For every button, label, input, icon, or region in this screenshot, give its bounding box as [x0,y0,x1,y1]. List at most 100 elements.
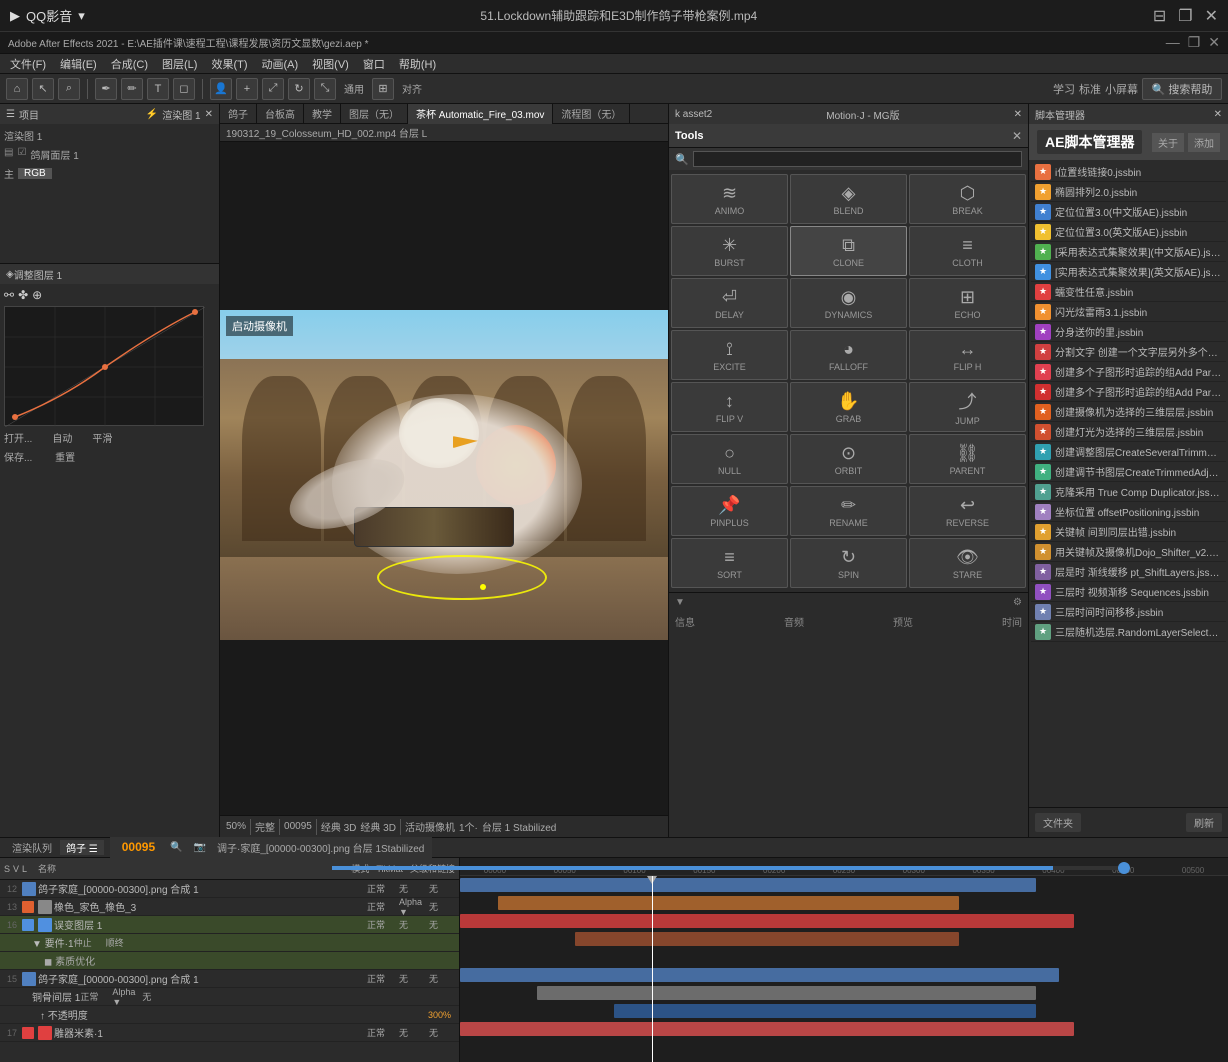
script-header-close[interactable]: ✕ [1214,109,1222,120]
ae-window-controls[interactable]: — ❐ ✕ [1166,34,1220,51]
script-list-item[interactable]: ★闪光炫雷雨3.1.jssbin [1031,302,1226,322]
menu-composition[interactable]: 合成(C) [105,56,154,72]
tool-rename[interactable]: ✏ RENAME [790,486,907,536]
tool-sort[interactable]: ≡ SORT [671,538,788,588]
tool-blend[interactable]: ◈ BLEND [790,174,907,224]
script-list-item[interactable]: ★分身送你的里.jssbin [1031,322,1226,342]
preview-tab[interactable]: 预览 [893,614,913,629]
bar-12[interactable] [460,878,1036,892]
layer-name-12[interactable]: 鸽子家庭_[00000-00300].png 合成 1 [38,881,367,896]
window-close-btn[interactable]: ✕ [1205,6,1218,26]
tab-board[interactable]: 台板高 [257,104,304,124]
layer-name-16[interactable]: 误变图层 1 [54,917,367,932]
tl-tab-render[interactable]: 渲染队列 [6,840,58,855]
menu-effect[interactable]: 效果(T) [205,56,253,72]
script-add-btn[interactable]: 添加 [1188,133,1220,152]
tl-toolbar-visible[interactable]: V [13,864,19,874]
motion-search-input[interactable] [693,151,1022,167]
layer-mode-12[interactable]: 正常 [367,882,399,895]
layer-mode-16[interactable]: 正常 [367,918,399,931]
layer-alpha-13[interactable]: Alpha ▼ [399,897,429,917]
tl-toolbar-solo[interactable]: S [4,864,10,874]
script-list-item[interactable]: ★[实用表达式集聚效果](英文版AE).jssbin [1031,262,1226,282]
window-restore-btn[interactable]: ❐ [1178,6,1192,26]
people-tool[interactable]: 👤 [210,78,232,100]
motion-search-bar[interactable]: 🔍 [669,148,1028,170]
3d-mode-control[interactable]: 经典 3D [321,819,357,834]
search-tool[interactable]: ⌕ [58,78,80,100]
bar-req[interactable] [575,932,959,946]
classic-3d-control[interactable]: 经典 3D [360,819,396,834]
tools-tab[interactable]: Tools [675,130,704,142]
tool-flipv[interactable]: ↕ FLIP V [671,382,788,432]
search-help-input[interactable]: 🔍 搜索帮助 [1142,78,1222,100]
curves-open-btn[interactable]: 打开... [4,430,32,445]
bar-bronze[interactable] [537,986,1036,1000]
bar-13[interactable] [498,896,959,910]
script-list-item[interactable]: ★坐标位置 offsetPositioning.jssbin [1031,502,1226,522]
tl-toolbar-lock[interactable]: L [22,864,27,874]
align-tool[interactable]: ⊞ [372,78,394,100]
tool-null[interactable]: ○ NULL [671,434,788,484]
ae-restore-btn[interactable]: ❐ [1188,34,1201,51]
script-list-item[interactable]: ★三层时间时间移移.jssbin [1031,602,1226,622]
tool-stare[interactable]: 👁 STARE [909,538,1026,588]
audio-tab[interactable]: 音频 [784,614,804,629]
viewer-canvas-area[interactable]: 启动摄像机 [220,142,668,807]
video-progress-dot[interactable] [1118,862,1130,874]
tool-jump[interactable]: ⤴ JUMP [909,382,1026,432]
curves-auto-btn[interactable]: 自动 [52,430,72,445]
script-list-item[interactable]: ★用关键帧及摄像机Dojo_Shifter_v2.0.j… [1031,542,1226,562]
script-list-item[interactable]: ★克隆采用 True Comp Duplicator.jssbin [1031,482,1226,502]
menu-animation[interactable]: 动画(A) [256,56,305,72]
script-list-item[interactable]: ★三层时 视频渐移 Sequences.jssbin [1031,582,1226,602]
video-progress-bar[interactable] [332,866,1124,870]
camera-control[interactable]: 活动摄像机 [405,819,455,834]
bar-15[interactable] [460,968,1059,982]
timeline-tabs[interactable]: 渲染队列 鸽子 ☰ [6,840,104,855]
curves-canvas[interactable] [4,306,204,426]
text-tool[interactable]: T [147,78,169,100]
tab-pigeon[interactable]: 鸽子 [220,104,257,124]
layer-mode-13[interactable]: 正常 [367,900,399,913]
layer-name-13[interactable]: 橡色_家色_橡色_3 [54,899,367,914]
layer-alpha-15[interactable]: 无 [399,972,429,985]
tool-pinplus[interactable]: 📌 PINPLUS [671,486,788,536]
script-list-item[interactable]: ★创建摄像机为选择的三维层层.jssbin [1031,402,1226,422]
tl-playhead[interactable] [652,876,653,1062]
menu-view[interactable]: 视图(V) [306,56,355,72]
panel-tabs[interactable]: 鸽子 台板高 教学 图层（无） 茶杯 Automatic_Fire_03.mov… [220,104,668,124]
window-minimize-btn[interactable]: ⊟ [1153,6,1166,26]
project-checkbox[interactable]: ☑ [17,147,26,162]
script-list-item[interactable]: ★[采用表达式集聚效果](中文版AE).jssbin [1031,242,1226,262]
tool-excite[interactable]: ⟟ EXCITE [671,330,788,380]
tab-autofire[interactable]: 茶杯 Automatic_Fire_03.mov [408,104,553,124]
move-tool[interactable]: ⤢ [262,78,284,100]
script-list-item[interactable]: ★层是时 渐线缓移 pt_ShiftLayers.jssbin [1031,562,1226,582]
close-icon[interactable]: ✕ [205,109,213,120]
menu-edit[interactable]: 编辑(E) [54,56,103,72]
layer-alpha-16[interactable]: 无 [399,918,429,931]
tool-burst[interactable]: ✳ BURST [671,226,788,276]
zoom-control[interactable]: 50% [226,821,246,832]
tool-cloth[interactable]: ≡ CLOTH [909,226,1026,276]
tl-timecode[interactable]: 00095 [114,840,163,854]
layer-mode-15[interactable]: 正常 [367,972,399,985]
script-list-item[interactable]: ★创建多个子图形时追踪的组Add Pare… [1031,362,1226,382]
bar-16[interactable] [460,914,1074,928]
bar-opacity[interactable] [614,1004,1036,1018]
script-list-item[interactable]: ★定位位置3.0(中文版AE).jssbin [1031,202,1226,222]
tool-grab[interactable]: ✋ GRAB [790,382,907,432]
pen-tool[interactable]: ✒ [95,78,117,100]
script-list-item[interactable]: ★创建调整图层CreateSeveralTrimmed… [1031,442,1226,462]
tool-spin[interactable]: ↻ SPIN [790,538,907,588]
ae-close-btn[interactable]: ✕ [1208,34,1220,51]
tool-falloff[interactable]: ◕ FALLOFF [790,330,907,380]
tool-delay[interactable]: ⏎ DELAY [671,278,788,328]
script-list-item[interactable]: ★蠕变性任意.jssbin [1031,282,1226,302]
quality-control[interactable]: 完整 [255,819,275,834]
script-list-item[interactable]: ★分割文字 创建一个文字层另外多个字… [1031,342,1226,362]
layer-alpha-17[interactable]: 无 [399,1026,429,1039]
layer-alpha-12[interactable]: 无 [399,882,429,895]
script-list-item[interactable]: ★创建灯光为选择的三维层层.jssbin [1031,422,1226,442]
